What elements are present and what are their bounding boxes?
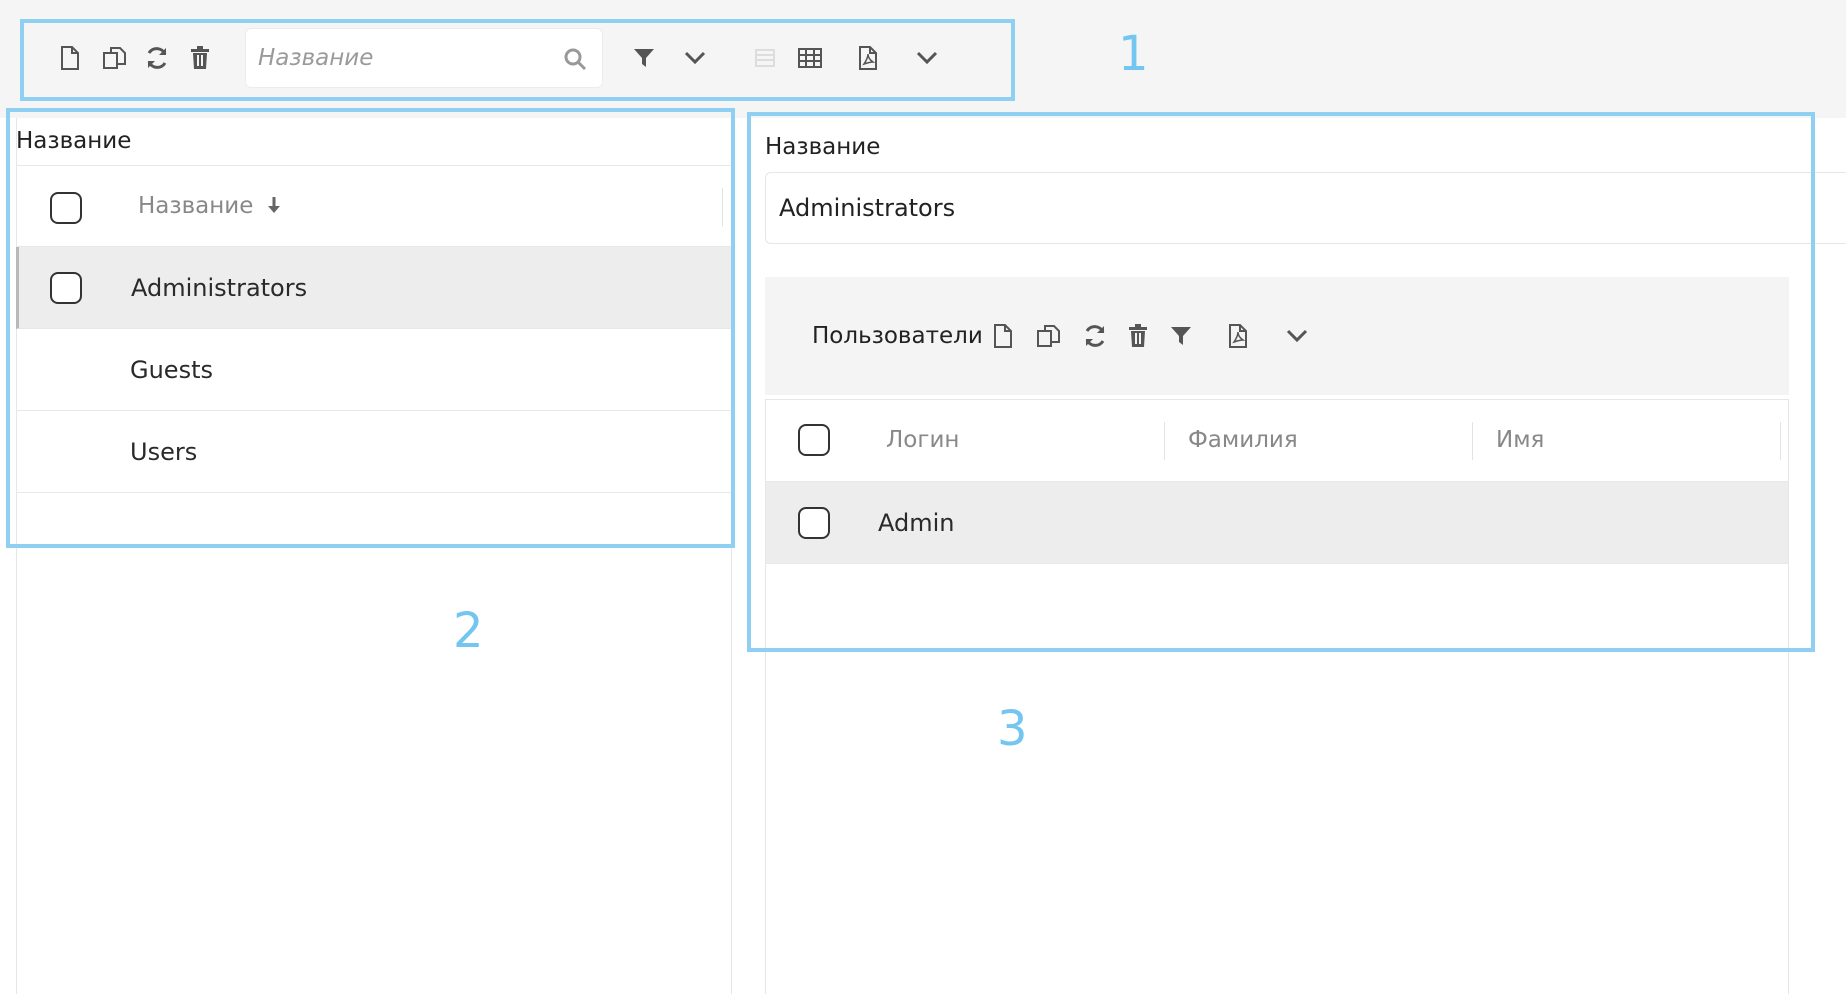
annotation-box-2 [6, 108, 735, 548]
annotation-box-3 [747, 112, 1815, 652]
annotation-box-1 [20, 19, 1015, 101]
annotation-number-3: 3 [997, 701, 1028, 757]
annotation-number-2: 2 [453, 603, 484, 659]
annotation-number-1: 1 [1118, 26, 1149, 82]
